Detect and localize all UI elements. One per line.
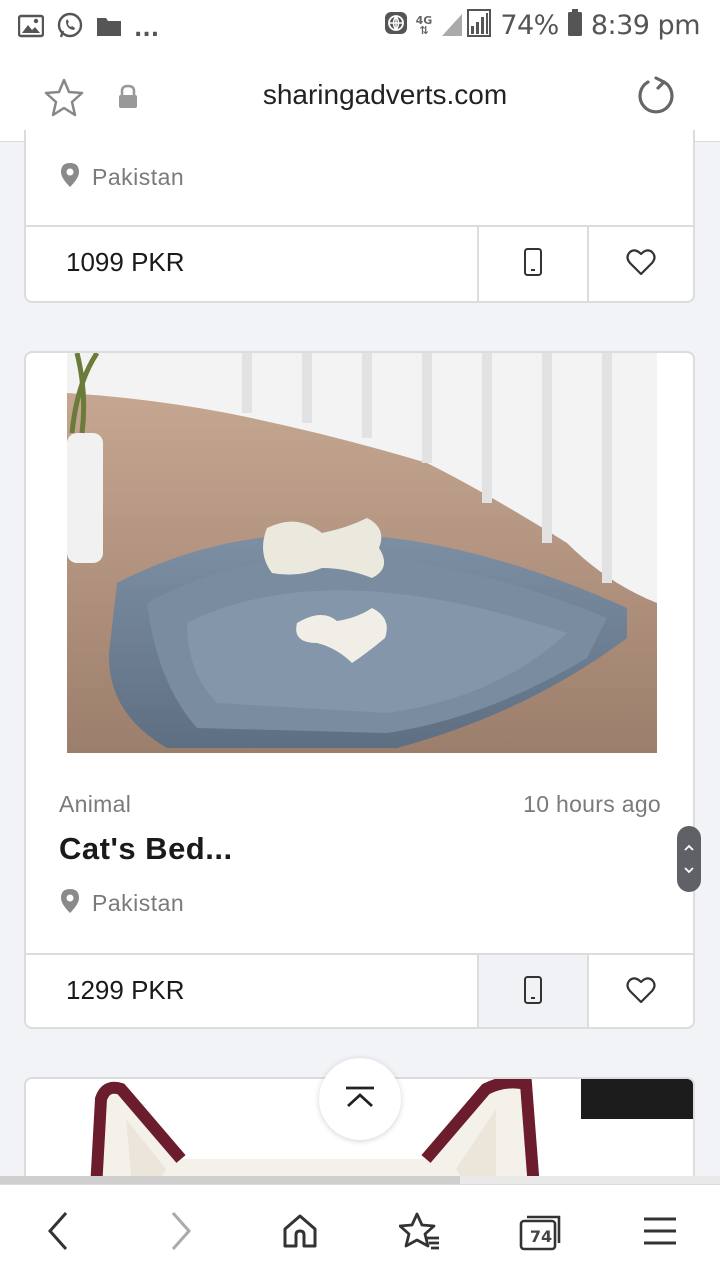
favorite-button[interactable] (587, 227, 693, 301)
reload-icon[interactable] (636, 76, 676, 121)
back-icon (46, 1211, 70, 1256)
network-type: 4G ⇅ (415, 13, 433, 37)
scroll-to-top-icon (344, 1085, 376, 1114)
page-progress-bar (0, 1176, 720, 1184)
forward-button[interactable] (153, 1207, 209, 1259)
listing-category: Animal (59, 791, 132, 817)
status-bar: ... 4G ⇅ 74% 8:39 pm (0, 0, 720, 52)
forward-icon (169, 1211, 193, 1256)
star-icon[interactable] (44, 77, 84, 122)
signal-icon (440, 8, 492, 43)
listing-photo[interactable] (67, 353, 657, 753)
listing-location: Pakistan (60, 888, 184, 919)
heart-icon (626, 248, 656, 281)
chevron-up-icon (683, 839, 695, 857)
tabs-icon: 74 (519, 1213, 563, 1253)
call-button[interactable] (477, 955, 587, 1027)
battery-icon (567, 9, 583, 42)
folder-icon (96, 15, 122, 42)
home-button[interactable] (272, 1207, 328, 1259)
menu-button[interactable] (632, 1207, 688, 1259)
listing-card[interactable]: Pakistan 1099 PKR (24, 130, 695, 303)
favorite-button[interactable] (587, 955, 693, 1027)
location-pin-icon (60, 888, 80, 919)
heart-icon (626, 976, 656, 1009)
lock-icon[interactable] (117, 84, 139, 115)
home-icon (282, 1213, 318, 1254)
notifications-more: ... (134, 17, 160, 42)
listing-card[interactable]: Animal 10 hours ago Cat's Bed... Pakista… (24, 351, 695, 1029)
bottom-nav: 74 (0, 1184, 720, 1280)
listing-price: 1099 PKR (66, 247, 185, 277)
location-pin-icon (60, 162, 80, 193)
whatsapp-icon (56, 12, 84, 45)
bookmarks-button[interactable] (392, 1207, 448, 1259)
scroll-to-top-button[interactable] (319, 1058, 401, 1140)
bookmarks-icon (398, 1212, 441, 1255)
listing-price: 1299 PKR (66, 975, 185, 1005)
page-progress-fill (0, 1176, 460, 1184)
fast-scroll-handle[interactable] (677, 826, 701, 892)
url-field[interactable]: sharingadverts.com (230, 79, 540, 111)
price-row: 1099 PKR (26, 225, 693, 301)
price-row: 1299 PKR (26, 953, 693, 1027)
globe-icon (384, 11, 408, 40)
listing-location: Pakistan (60, 162, 184, 193)
phone-icon (523, 247, 543, 282)
chevron-down-icon (683, 861, 695, 879)
tabs-button[interactable]: 74 (513, 1207, 569, 1259)
listing-time: 10 hours ago (523, 791, 661, 817)
back-button[interactable] (30, 1207, 86, 1259)
address-bar: sharingadverts.com (0, 52, 720, 142)
menu-icon (643, 1216, 677, 1251)
battery-percent: 74% (500, 10, 559, 41)
image-icon (17, 14, 45, 43)
clock: 8:39 pm (590, 10, 701, 41)
phone-icon (523, 975, 543, 1010)
tab-count: 74 (529, 1227, 553, 1246)
listing-title[interactable]: Cat's Bed... (59, 831, 233, 867)
call-button[interactable] (477, 227, 587, 301)
